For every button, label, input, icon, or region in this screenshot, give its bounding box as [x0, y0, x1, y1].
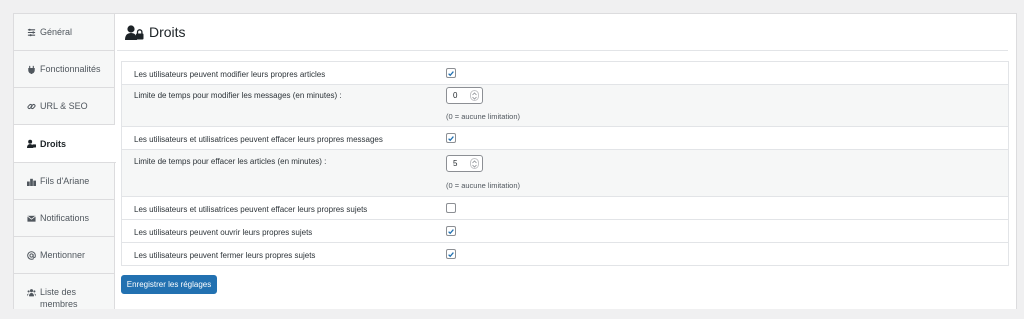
setting-row-delete-own-messages: Les utilisateurs et utilisatrices peuven…	[122, 127, 1008, 150]
sidebar-item-label: URL & SEO	[40, 101, 88, 111]
main-content: Droits Les utilisateurs peuvent modifier…	[115, 14, 1016, 309]
number-value: 0	[453, 91, 458, 100]
delete-own-messages-checkbox[interactable]	[446, 133, 456, 143]
stepper-arrows-icon[interactable]	[470, 90, 479, 101]
sidebar-item-liste-membres[interactable]: Liste des membres	[14, 274, 115, 319]
sidebar-item-fils-ariane[interactable]: Fils d'Ariane	[14, 163, 115, 200]
setting-row-edit-time-limit: Limite de temps pour modifier les messag…	[122, 85, 1008, 127]
setting-label: Limite de temps pour modifier les messag…	[134, 91, 342, 100]
setting-hint: (0 = aucune limitation)	[446, 112, 520, 121]
sidebar-item-notifications[interactable]: Notifications	[14, 200, 115, 237]
delete-time-limit-input[interactable]: 5	[446, 155, 483, 172]
edit-time-limit-input[interactable]: 0	[446, 87, 483, 104]
sidebar-item-label: Mentionner	[40, 250, 86, 260]
sidebar-item-droits[interactable]: Droits	[14, 125, 116, 163]
open-own-topics-checkbox[interactable]	[446, 226, 456, 236]
sidebar-item-label: Général	[40, 27, 73, 37]
breadcrumb-icon	[26, 176, 36, 186]
sidebar-item-fonctionnalites[interactable]: Fonctionnalités	[14, 51, 115, 88]
sidebar-item-label: Notifications	[40, 213, 90, 223]
sidebar-item-url-seo[interactable]: URL & SEO	[14, 88, 115, 125]
title-divider	[117, 50, 1008, 51]
page-title: Droits	[125, 24, 186, 40]
setting-label: Les utilisateurs et utilisatrices peuven…	[134, 135, 383, 144]
number-value: 5	[453, 159, 458, 168]
setting-row-open-own-topics: Les utilisateurs peuvent ouvrir leurs pr…	[122, 220, 1008, 243]
sidebar-item-general[interactable]: Général	[14, 14, 115, 51]
settings-panel: Général Fonctionnalités URL & SEO Droits…	[13, 13, 1017, 309]
save-settings-button[interactable]: Enregistrer les réglages	[121, 275, 217, 294]
setting-label: Les utilisateurs et utilisatrices peuven…	[134, 205, 368, 214]
setting-label: Les utilisateurs peuvent fermer leurs pr…	[134, 251, 316, 260]
setting-row-edit-own-articles: Les utilisateurs peuvent modifier leurs …	[122, 62, 1008, 85]
settings-sidebar: Général Fonctionnalités URL & SEO Droits…	[14, 14, 116, 309]
sidebar-item-label: Fils d'Ariane	[40, 176, 90, 186]
setting-hint: (0 = aucune limitation)	[446, 181, 520, 190]
checkmark-icon	[448, 135, 454, 141]
checkmark-icon	[448, 251, 454, 257]
sidebar-item-mentionner[interactable]: Mentionner	[14, 237, 115, 274]
user-lock-icon	[26, 139, 36, 149]
plug-icon	[26, 64, 36, 74]
setting-label: Les utilisateurs peuvent modifier leurs …	[134, 70, 326, 79]
sliders-icon	[26, 27, 36, 37]
users-icon	[26, 287, 36, 297]
sidebar-item-label: Liste des membres	[40, 287, 78, 309]
stepper-arrows-icon[interactable]	[470, 158, 479, 169]
settings-form: Les utilisateurs peuvent modifier leurs …	[121, 61, 1009, 266]
sidebar-item-label: Droits	[40, 138, 67, 149]
link-icon	[26, 101, 36, 111]
sidebar-item-label: Fonctionnalités	[40, 64, 101, 74]
page-title-text: Droits	[149, 24, 186, 40]
setting-row-delete-own-topics: Les utilisateurs et utilisatrices peuven…	[122, 197, 1008, 220]
delete-own-topics-checkbox[interactable]	[446, 203, 456, 213]
edit-own-articles-checkbox[interactable]	[446, 68, 456, 78]
user-lock-icon	[125, 24, 144, 40]
setting-row-delete-time-limit: Limite de temps pour effacer les article…	[122, 150, 1008, 197]
setting-label: Limite de temps pour effacer les article…	[134, 157, 327, 166]
checkmark-icon	[448, 228, 454, 234]
setting-row-close-own-topics: Les utilisateurs peuvent fermer leurs pr…	[122, 243, 1008, 266]
close-own-topics-checkbox[interactable]	[446, 249, 456, 259]
checkmark-icon	[448, 70, 454, 76]
envelope-icon	[26, 213, 36, 223]
setting-label: Les utilisateurs peuvent ouvrir leurs pr…	[134, 228, 313, 237]
at-icon	[26, 250, 36, 260]
